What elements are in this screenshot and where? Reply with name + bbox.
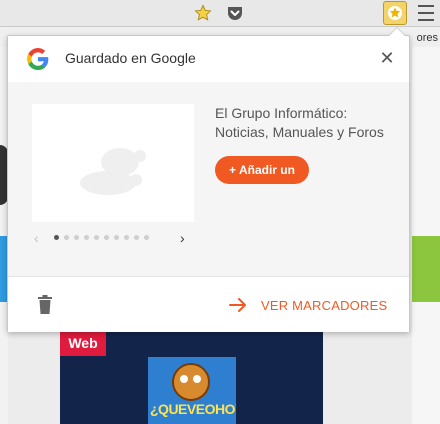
carousel-dot[interactable] (64, 235, 69, 240)
carousel-dot[interactable] (124, 235, 129, 240)
popup-header: Guardado en Google ✕ (8, 36, 409, 82)
page-right-green-element (412, 236, 440, 302)
popup-arrow-inner (389, 28, 405, 36)
close-icon[interactable]: ✕ (377, 48, 397, 68)
view-bookmarks-label: VER MARCADORES (261, 297, 388, 313)
web-category-tag[interactable]: Web (60, 330, 106, 356)
popup-footer: VER MARCADORES (8, 276, 409, 332)
item-title: El Grupo Informático: Noticias, Manuales… (215, 105, 384, 140)
carousel-dot[interactable] (54, 235, 59, 240)
bookmarks-bar-text[interactable]: ores (417, 32, 438, 44)
carousel-dot[interactable] (84, 235, 89, 240)
carousel-dots (54, 235, 149, 240)
arrow-right-icon (229, 298, 246, 312)
add-label-button[interactable]: + Añadir un (215, 156, 309, 184)
hamburger-menu-icon[interactable] (418, 5, 434, 21)
thumbnail-carousel: ‹ › (32, 230, 194, 246)
popup-title: Guardado en Google (65, 50, 196, 66)
view-bookmarks-link[interactable]: VER MARCADORES (229, 294, 387, 316)
article-thumbnail[interactable]: ¿QUEVEOHOY? (148, 357, 236, 424)
chevron-left-icon[interactable]: ‹ (34, 230, 39, 246)
mascot-face (172, 363, 210, 401)
carousel-dot[interactable] (104, 235, 109, 240)
browser-toolbar (0, 0, 440, 27)
bookmark-extension-icon[interactable] (383, 1, 407, 25)
chevron-right-icon[interactable]: › (180, 230, 185, 246)
saved-to-google-popup: Guardado en Google ✕ El Grupo Informátic… (7, 35, 410, 332)
placeholder-image-icon (80, 148, 146, 195)
carousel-dot[interactable] (134, 235, 139, 240)
star-icon[interactable] (193, 3, 213, 23)
thumbnail-logo-text: ¿QUEVEOHOY? (150, 401, 236, 417)
google-logo-icon (27, 48, 49, 70)
trash-icon[interactable] (37, 295, 53, 315)
carousel-dot[interactable] (144, 235, 149, 240)
pocket-icon[interactable] (226, 4, 244, 22)
thumbnail-card (32, 104, 194, 222)
carousel-dot[interactable] (94, 235, 99, 240)
carousel-dot[interactable] (74, 235, 79, 240)
carousel-dot[interactable] (114, 235, 119, 240)
popup-content: El Grupo Informático: Noticias, Manuales… (8, 82, 409, 276)
